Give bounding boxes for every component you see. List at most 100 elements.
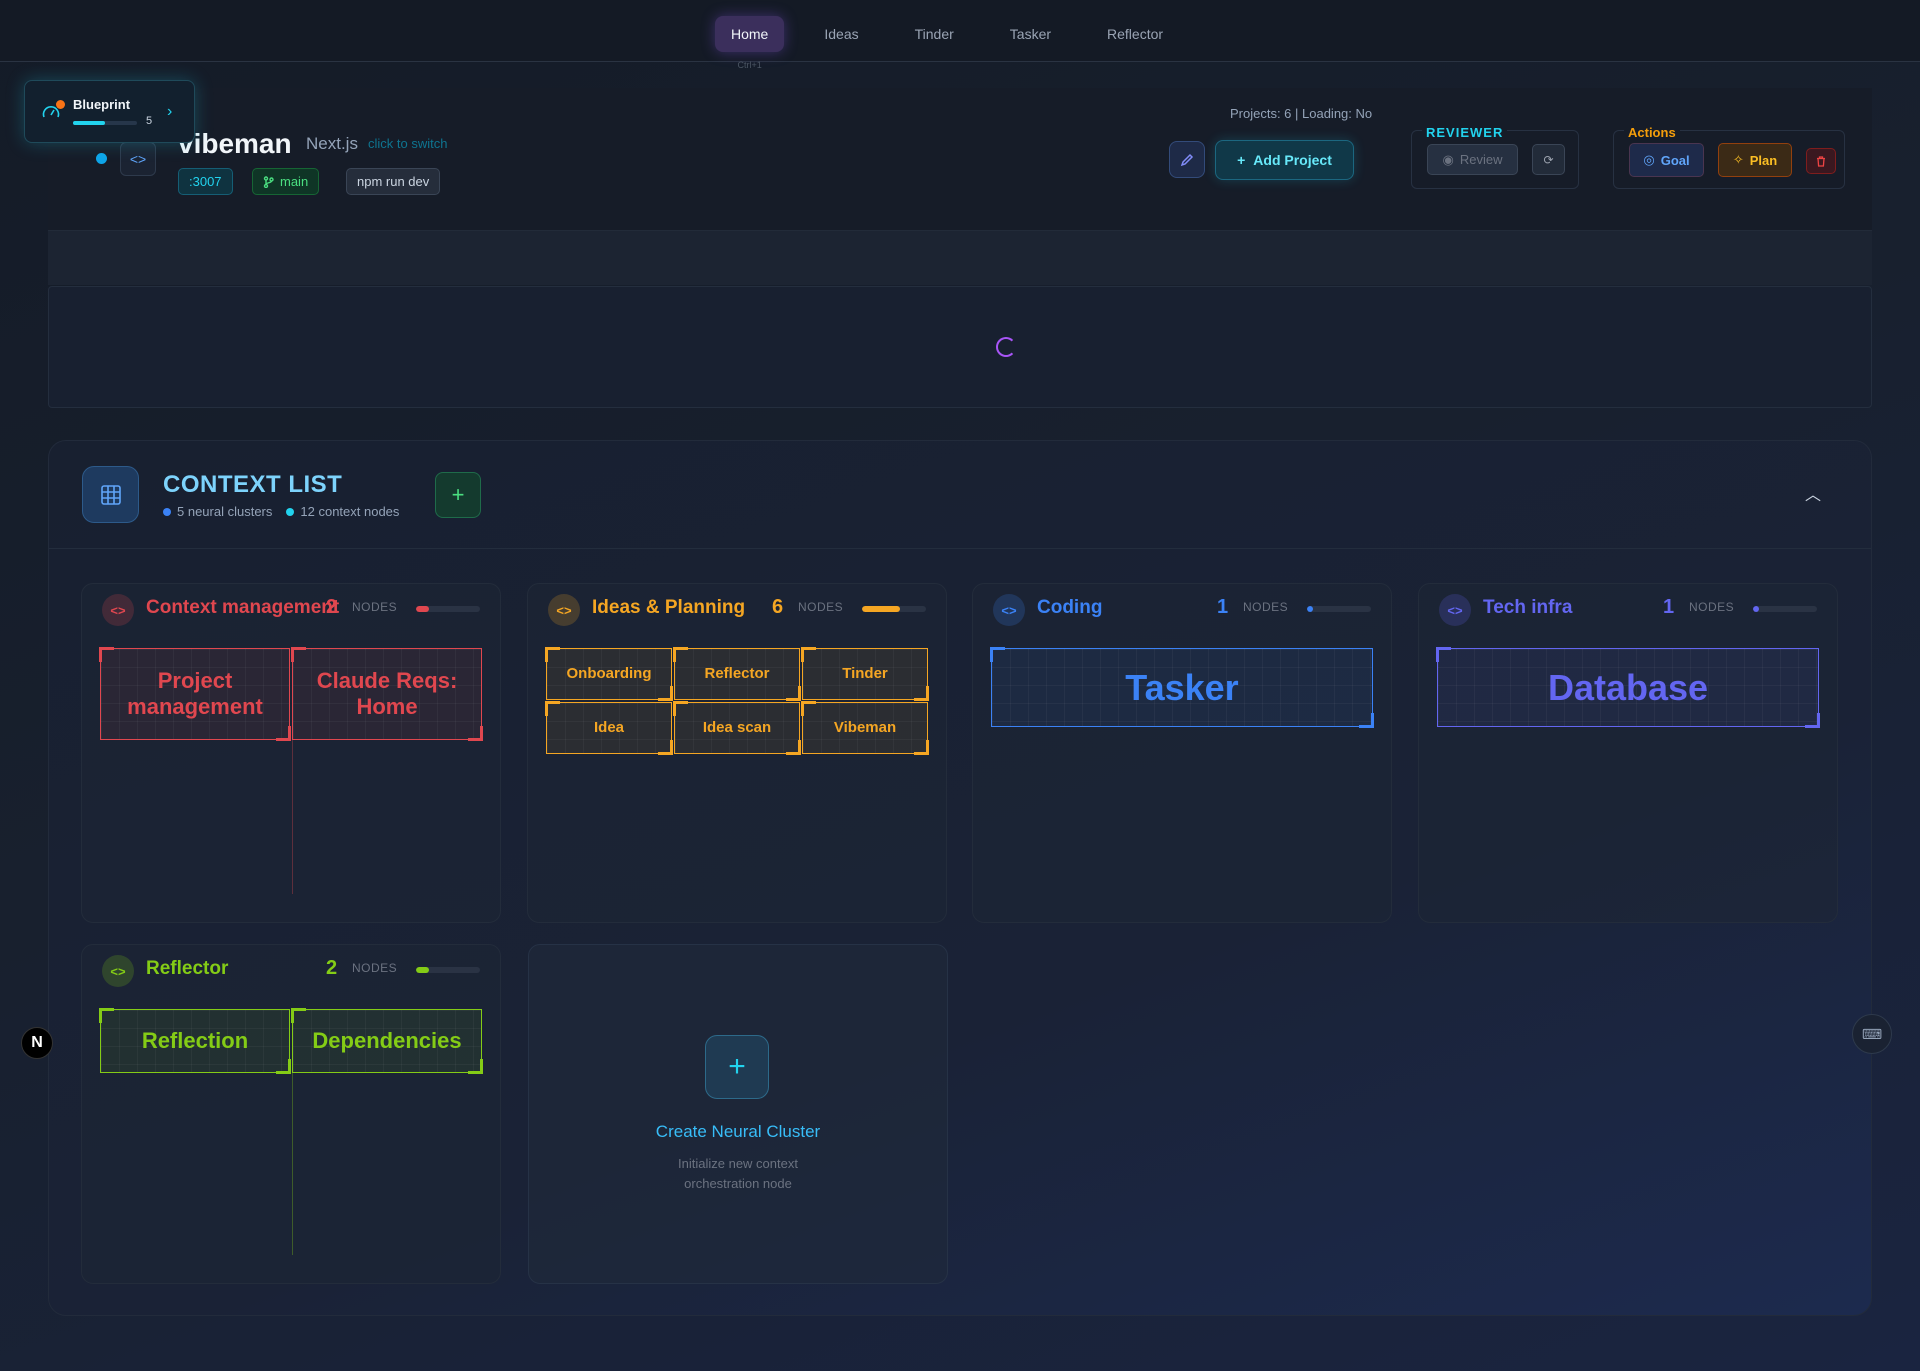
cluster-progress	[862, 606, 926, 612]
tab-ideas[interactable]: Ideas	[808, 16, 874, 52]
plan-button[interactable]: ✧ Plan	[1718, 143, 1792, 177]
cluster-node-count: 6	[772, 596, 784, 618]
tab-home[interactable]: Home Ctrl+1	[715, 16, 785, 70]
project-stats: Projects: 6 | Loading: No	[1230, 106, 1373, 121]
nodes-label: NODES	[352, 961, 398, 975]
plus-icon: +	[705, 1035, 769, 1099]
cluster-card[interactable]: <> Reflector 2 NODES Reflection Dependencies	[81, 944, 501, 1284]
shortcut-hint: Ctrl+1	[737, 60, 762, 70]
pencil-icon	[1180, 153, 1194, 166]
branch-badge[interactable]: main	[252, 168, 320, 195]
node-grid: Project management Claude Reqs: Home	[99, 647, 483, 741]
review-button[interactable]: ◉ Review	[1427, 144, 1518, 175]
blueprint-count: 5	[146, 115, 153, 127]
chevron-up-icon[interactable]: ︿	[1805, 481, 1821, 505]
code-icon: <>	[102, 594, 134, 626]
connector-line	[292, 740, 293, 894]
refresh-icon: ⟳	[1543, 152, 1554, 167]
nodes-label: NODES	[1689, 600, 1735, 614]
port-label: :3007	[189, 174, 222, 189]
review-label: Review	[1459, 152, 1503, 167]
plus-icon: +	[1237, 152, 1246, 168]
context-node[interactable]: Dependencies	[291, 1008, 483, 1074]
status-dot	[56, 100, 65, 109]
context-node[interactable]: Onboarding	[545, 647, 673, 701]
cluster-progress	[1753, 606, 1817, 612]
tab-reflector[interactable]: Reflector	[1091, 16, 1179, 52]
tab-tasker[interactable]: Tasker	[994, 16, 1067, 52]
project-framework: Next.js	[306, 134, 358, 153]
add-project-label: Add Project	[1253, 152, 1332, 168]
reviewer-label: REVIEWER	[1422, 124, 1508, 141]
node-grid: Database	[1436, 647, 1820, 728]
node-grid: Reflection Dependencies	[99, 1008, 483, 1074]
project-name[interactable]: vibeman	[178, 128, 292, 160]
node-grid: Onboarding Reflector Tinder Idea Idea scan Vi…	[545, 647, 929, 755]
project-status-dot	[96, 153, 107, 164]
nav-tabs: Home Ctrl+1 Ideas Tinder Tasker Reflecto…	[715, 16, 1179, 70]
actions-label: Actions	[1624, 124, 1680, 141]
run-command-label: npm run dev	[357, 174, 430, 189]
refresh-button[interactable]: ⟳	[1532, 144, 1565, 175]
context-list-header: CONTEXT LIST 5 neural clusters 12 contex…	[49, 441, 1871, 549]
create-cluster-subtitle: Initialize new context orchestration nod…	[678, 1156, 798, 1191]
context-node[interactable]: Vibeman	[801, 701, 929, 755]
loading-spinner	[996, 337, 1016, 357]
code-icon: <>	[1439, 594, 1471, 626]
blueprint-progress-fill	[73, 121, 105, 125]
chevron-right-icon[interactable]: ›	[167, 103, 172, 121]
tab-label: Reflector	[1107, 26, 1164, 42]
add-project-button[interactable]: + Add Project	[1215, 140, 1354, 180]
tab-label: Tasker	[1009, 26, 1052, 42]
reviewer-group: REVIEWER ◉ Review ⟳	[1411, 124, 1579, 189]
node-count: 12 context nodes	[286, 504, 399, 519]
run-command-badge[interactable]: npm run dev	[346, 168, 441, 195]
context-node[interactable]: Database	[1436, 647, 1820, 728]
tab-label: Tinder	[914, 26, 954, 42]
edit-project-button[interactable]	[1169, 141, 1205, 178]
tab-tinder[interactable]: Tinder	[899, 16, 970, 52]
sparkle-icon: ✧	[1732, 152, 1744, 167]
cluster-progress-fill	[1753, 606, 1760, 612]
port-badge[interactable]: :3007	[178, 168, 233, 195]
keyboard-icon[interactable]: ⌨	[1852, 1014, 1892, 1054]
blueprint-widget[interactable]: Blueprint 5 ›	[24, 80, 195, 143]
actions-group: Actions ◎ Goal ✧ Plan	[1613, 124, 1845, 189]
context-node[interactable]: Idea	[545, 701, 673, 755]
delete-button[interactable]	[1806, 148, 1836, 174]
cluster-name: Ideas & Planning	[592, 597, 746, 618]
add-context-button[interactable]: +	[435, 472, 481, 518]
context-node[interactable]: Project management	[99, 647, 291, 741]
cluster-progress	[416, 967, 480, 973]
cluster-node-count: 1	[1663, 596, 1675, 618]
context-node[interactable]: Claude Reqs: Home	[291, 647, 483, 741]
context-node[interactable]: Tasker	[990, 647, 1374, 728]
context-node[interactable]: Tinder	[801, 647, 929, 701]
cluster-card[interactable]: <> Tech infra 1 NODES Database	[1418, 583, 1838, 923]
context-node[interactable]: Reflector	[673, 647, 801, 701]
cluster-card[interactable]: <> Context management 2 NODES Project manage…	[81, 583, 501, 923]
cluster-card[interactable]: <> Ideas & Planning 6 NODES Onboarding Reflec…	[527, 583, 947, 923]
goal-button[interactable]: ◎ Goal	[1629, 143, 1704, 177]
cluster-name: Context management	[146, 597, 340, 618]
code-toggle-button[interactable]: <>	[120, 142, 156, 176]
code-icon: <>	[993, 594, 1025, 626]
blueprint-progress	[73, 121, 137, 125]
create-cluster-card[interactable]: + Create Neural Cluster Initialize new c…	[528, 944, 948, 1284]
top-navigation: Home Ctrl+1 Ideas Tinder Tasker Reflecto…	[0, 0, 1920, 70]
trash-icon	[1817, 155, 1825, 167]
node-count-text: 12 context nodes	[300, 504, 400, 519]
tab-label: Ideas	[824, 26, 859, 42]
cluster-card[interactable]: <> Coding 1 NODES Tasker	[972, 583, 1392, 923]
plus-icon: +	[451, 482, 465, 507]
nodes-label: NODES	[1243, 600, 1289, 614]
cluster-progress-fill	[862, 606, 901, 612]
git-branch-icon	[263, 175, 274, 188]
nextjs-dev-badge[interactable]: N	[21, 1027, 53, 1059]
context-node[interactable]: Idea scan	[673, 701, 801, 755]
context-list-title: CONTEXT LIST	[163, 471, 343, 498]
cluster-progress-fill	[1307, 606, 1314, 612]
switch-project-link[interactable]: click to switch	[368, 136, 447, 151]
nodes-label: NODES	[798, 600, 844, 614]
context-node[interactable]: Reflection	[99, 1008, 291, 1074]
